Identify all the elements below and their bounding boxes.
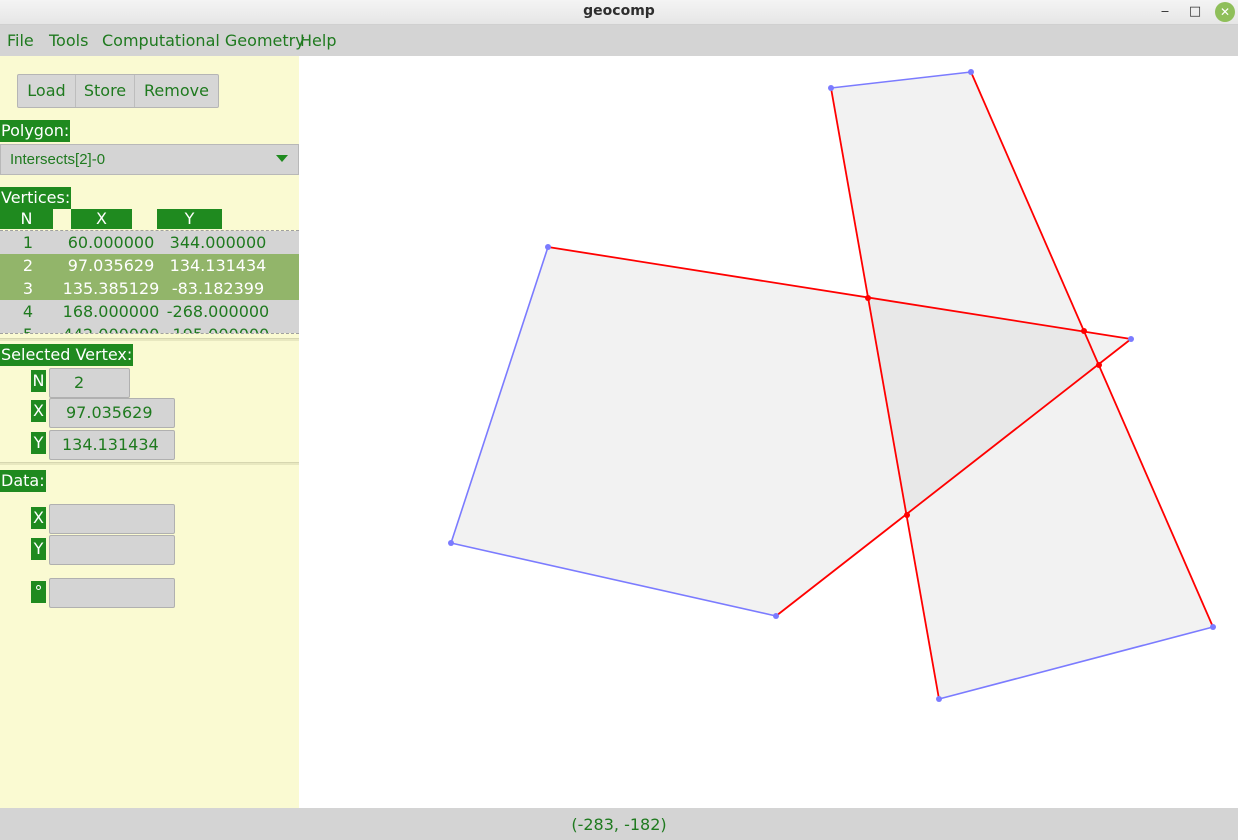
close-icon[interactable]: ✕ <box>1215 2 1235 22</box>
polygon-select[interactable]: Intersects[2]-0 <box>0 144 299 175</box>
remove-button[interactable]: Remove <box>135 75 218 107</box>
selected-n-label: N <box>31 370 46 392</box>
polygon-vertex[interactable] <box>1128 336 1134 342</box>
cell-x: 442.000000 <box>55 323 167 333</box>
selected-n-field[interactable]: 2 <box>49 368 130 398</box>
cell-x: 60.000000 <box>67 233 155 252</box>
window-title: geocomp <box>583 3 655 19</box>
cell-n: 2 <box>22 256 34 275</box>
cell-x: 168.000000 <box>62 302 160 321</box>
menu-file[interactable]: File <box>7 31 34 50</box>
intersection-point[interactable] <box>904 512 910 518</box>
minimize-icon[interactable]: ‒ <box>1155 2 1175 22</box>
menu-tools[interactable]: Tools <box>49 31 88 50</box>
app-window: geocomp ‒ □ ✕ File Tools Computational G… <box>0 0 1238 840</box>
polygon-vertex[interactable] <box>545 244 551 250</box>
cell-x: 135.385129 <box>62 279 160 298</box>
cell-n: 5 <box>0 323 56 333</box>
table-row[interactable]: 5 442.000000 -195.000000 <box>0 323 299 333</box>
menu-help[interactable]: Help <box>300 31 336 50</box>
selected-y-label: Y <box>31 432 46 454</box>
cell-n: 4 <box>22 302 34 321</box>
cell-x: 97.035629 <box>67 256 155 275</box>
cell-y: -268.000000 <box>166 302 270 321</box>
intersection-point[interactable] <box>1081 328 1087 334</box>
polygon-vertex[interactable] <box>968 69 974 75</box>
polygon-vertex[interactable] <box>828 85 834 91</box>
status-bar: (-283, -182) <box>0 808 1238 840</box>
polygon-vertex[interactable] <box>936 696 942 702</box>
selected-x-label: X <box>31 400 46 422</box>
cell-y: 344.000000 <box>169 233 267 252</box>
cursor-coordinates: (-283, -182) <box>571 815 667 834</box>
data-y-field[interactable] <box>49 535 175 565</box>
chevron-down-icon <box>276 155 288 162</box>
geometry-drawing[interactable] <box>299 56 1238 808</box>
data-x-field[interactable] <box>49 504 175 534</box>
store-button[interactable]: Store <box>76 75 135 107</box>
data-angle-field[interactable] <box>49 578 175 608</box>
load-button[interactable]: Load <box>18 75 76 107</box>
column-header-y[interactable]: Y <box>157 209 222 229</box>
data-label: Data: <box>0 470 46 492</box>
geometry-canvas[interactable] <box>299 56 1238 808</box>
side-panel: Load Store Remove Polygon: Intersects[2]… <box>0 56 299 808</box>
vertices-label: Vertices: <box>0 187 72 209</box>
table-row[interactable]: 2 97.035629 134.131434 <box>0 254 299 277</box>
intersection-point[interactable] <box>865 295 871 301</box>
polygon-vertex[interactable] <box>1210 624 1216 630</box>
table-row[interactable]: 4 168.000000 -268.000000 <box>0 300 299 323</box>
column-header-n[interactable]: N <box>0 209 53 229</box>
divider <box>0 462 299 465</box>
table-row[interactable]: 1 60.000000 344.000000 <box>0 231 299 254</box>
divider <box>0 338 299 341</box>
menu-computational-geometry[interactable]: Computational Geometry <box>102 31 305 50</box>
column-header-x[interactable]: X <box>71 209 132 229</box>
table-row[interactable]: 3 135.385129 -83.182399 <box>0 277 299 300</box>
selected-x-field[interactable]: 97.035629 <box>49 398 175 428</box>
cell-y: 134.131434 <box>169 256 267 275</box>
intersection-point[interactable] <box>1096 362 1102 368</box>
cell-n: 1 <box>22 233 34 252</box>
cell-y: -195.000000 <box>160 323 276 333</box>
cell-y: -83.182399 <box>171 279 265 298</box>
maximize-icon[interactable]: □ <box>1185 2 1205 22</box>
polygon-button-group: Load Store Remove <box>17 74 219 108</box>
title-bar: geocomp ‒ □ ✕ <box>0 0 1238 25</box>
selected-vertex-label: Selected Vertex: <box>0 344 134 366</box>
polygon-vertex[interactable] <box>448 540 454 546</box>
menu-bar: File Tools Computational Geometry Help <box>0 25 1238 56</box>
data-angle-label: ° <box>31 581 46 603</box>
polygon-select-value: Intersects[2]-0 <box>10 151 106 168</box>
data-x-label: X <box>31 507 46 529</box>
polygon-vertex[interactable] <box>773 613 779 619</box>
vertex-table: 1 60.000000 344.000000 2 97.035629 134.1… <box>0 230 299 334</box>
polygon-label: Polygon: <box>0 120 71 142</box>
cell-n: 3 <box>22 279 34 298</box>
selected-y-field[interactable]: 134.131434 <box>49 430 175 460</box>
data-y-label: Y <box>31 538 46 560</box>
